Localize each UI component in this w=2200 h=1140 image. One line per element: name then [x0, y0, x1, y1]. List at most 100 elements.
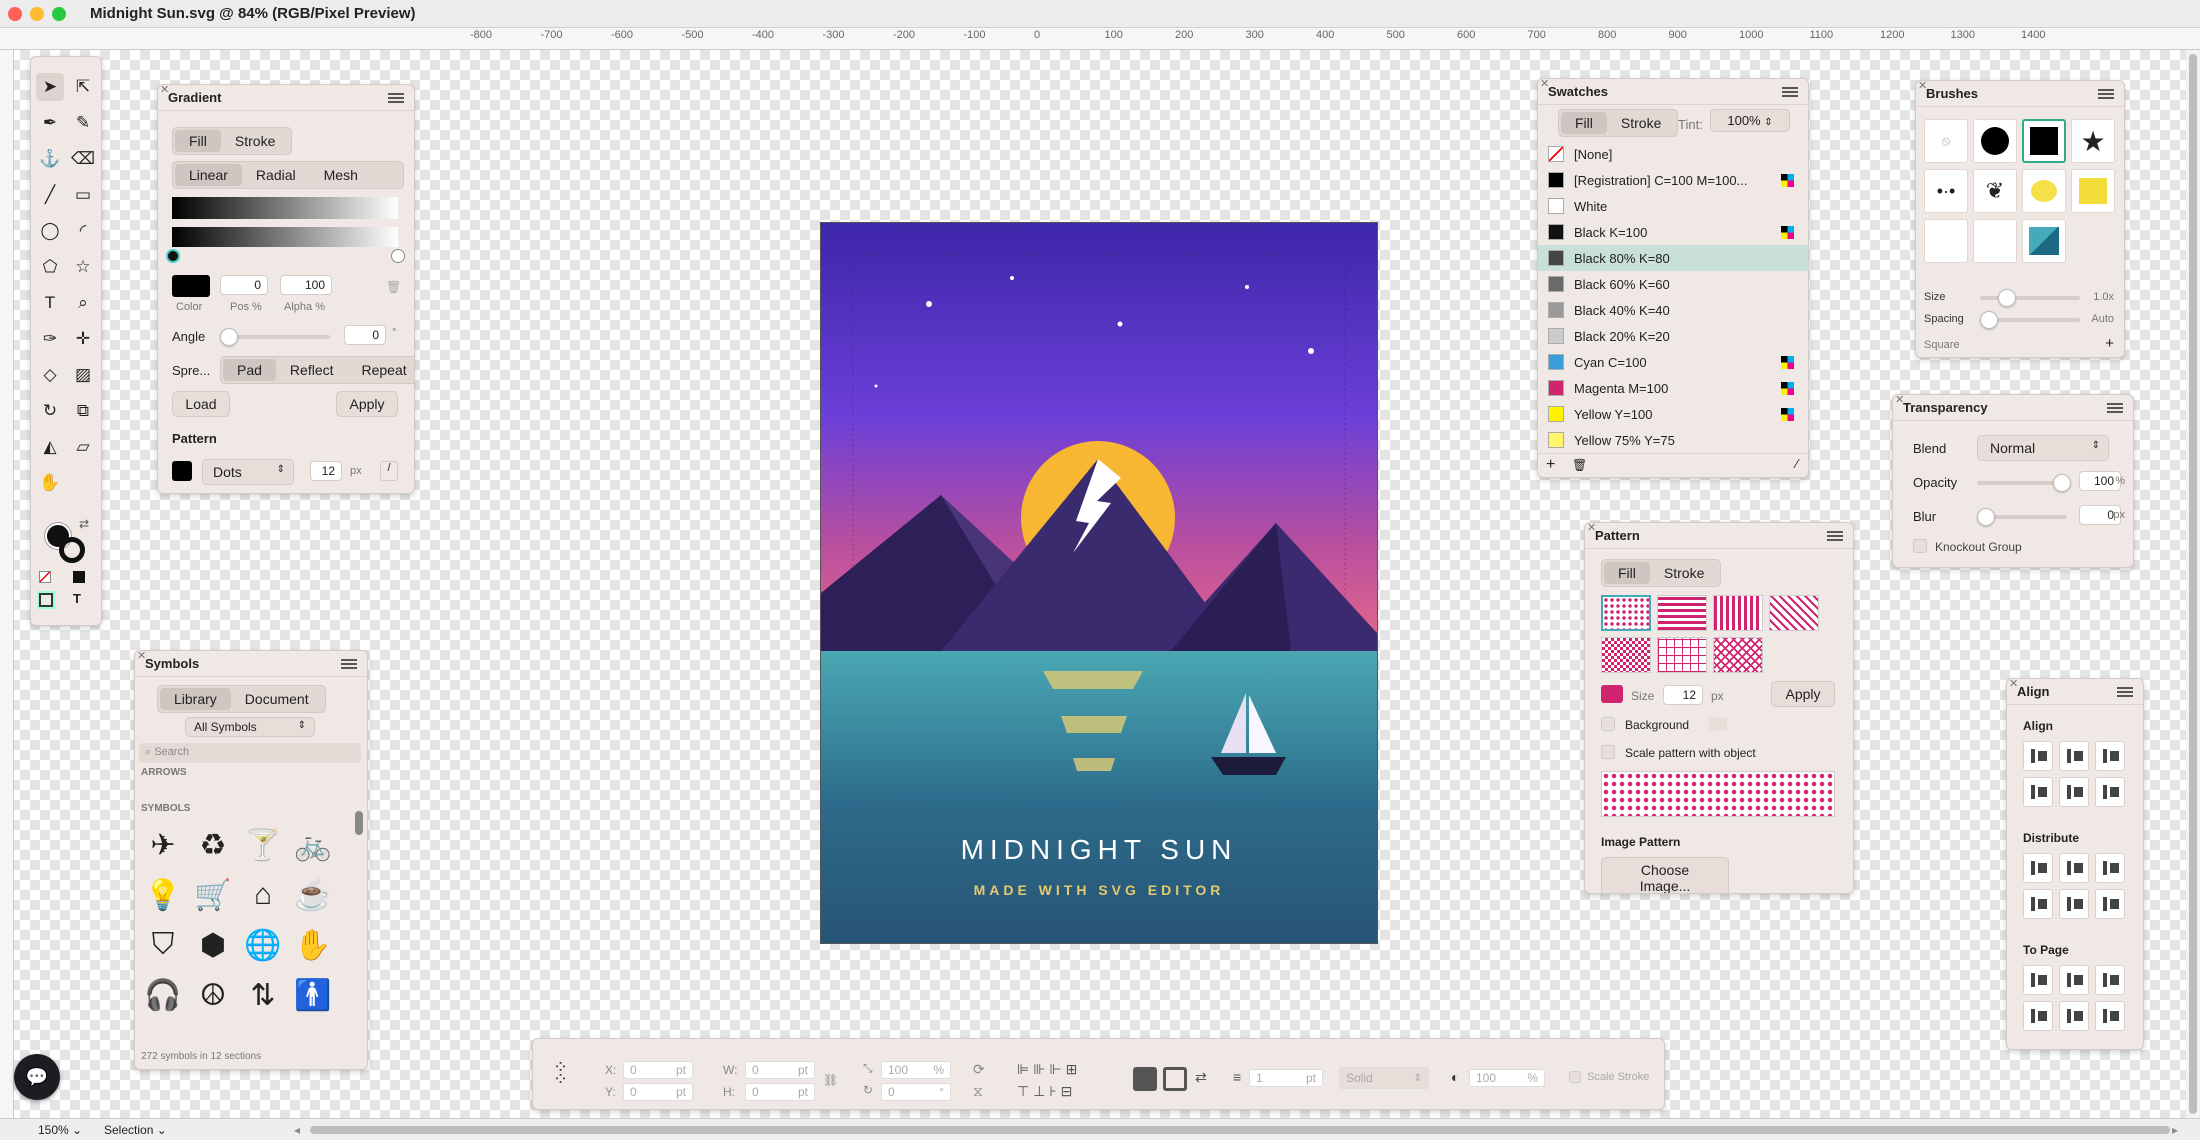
distribute-middle-icon[interactable]: [2059, 889, 2089, 919]
no-brush-icon[interactable]: ⦸: [1924, 119, 1968, 163]
pad-option[interactable]: Pad: [223, 359, 276, 381]
angle-slider[interactable]: [220, 328, 330, 346]
pattern-edit-icon[interactable]: /: [380, 461, 398, 481]
reflect-option[interactable]: Reflect: [276, 359, 348, 381]
search-field[interactable]: ⌕ Search: [139, 743, 361, 763]
distribute-quick-icons[interactable]: ⊤⊥⊦⊟: [1017, 1083, 1076, 1100]
fill-tab[interactable]: Fill: [175, 130, 221, 152]
angle-field[interactable]: 0: [344, 325, 386, 345]
swatch-row[interactable]: [None]: [1538, 141, 1808, 167]
pattern-grid[interactable]: [1657, 637, 1707, 673]
symbol-set-dropdown[interactable]: All Symbols ⇕: [185, 717, 315, 737]
page-align-bottom-icon[interactable]: [2095, 1001, 2125, 1031]
stroke-swatch[interactable]: [1163, 1067, 1187, 1091]
height-field[interactable]: 0 pt: [745, 1083, 815, 1101]
swatch-row[interactable]: Yellow 75% Y=75: [1538, 427, 1808, 453]
edit-swatch-icon[interactable]: ⁄: [1796, 456, 1798, 471]
flip-icon[interactable]: ⧖: [973, 1083, 983, 1100]
symbol-cell[interactable]: ⇅: [241, 973, 285, 1017]
pattern-horizontal-lines[interactable]: [1657, 595, 1707, 631]
none-color-icon[interactable]: [39, 571, 51, 583]
align-middle-icon[interactable]: [2059, 777, 2089, 807]
blob-brush-icon[interactable]: [2022, 169, 2066, 213]
y-field[interactable]: 0 pt: [623, 1083, 693, 1101]
pattern-checker[interactable]: [1601, 637, 1651, 673]
size-slider[interactable]: [1980, 289, 2080, 307]
symbols-scrollbar[interactable]: [355, 811, 363, 835]
align-left-icon[interactable]: [2023, 741, 2053, 771]
symbol-cell[interactable]: ♻: [191, 823, 235, 867]
symbol-cell[interactable]: ⛉: [141, 923, 185, 967]
align-right-icon[interactable]: [2095, 741, 2125, 771]
symbol-cell[interactable]: ✈: [141, 823, 185, 867]
panel-menu-icon[interactable]: [1782, 86, 1798, 97]
swatch-row[interactable]: Magenta M=100: [1538, 375, 1808, 401]
default-colors-icon[interactable]: [73, 571, 85, 583]
horizontal-ruler[interactable]: -800 -700 -600 -500 -400 -300 -200 -100 0 100 200 3…: [0, 28, 2200, 50]
stroke-weight-field[interactable]: 1 pt: [1249, 1069, 1323, 1087]
pencil-tool-icon[interactable]: ✎: [69, 109, 97, 137]
distribute-bottom-icon[interactable]: [2095, 889, 2125, 919]
star-tool-icon[interactable]: ☆: [69, 253, 97, 281]
opacity-field[interactable]: 100%: [1469, 1069, 1545, 1087]
linear-tab[interactable]: Linear: [175, 164, 242, 186]
swatch-row[interactable]: Black 80% K=80: [1538, 245, 1808, 271]
anchor-tool-icon[interactable]: ⚓: [36, 145, 64, 173]
vertical-ruler[interactable]: [0, 50, 14, 1122]
angle-slider-knob[interactable]: [220, 328, 238, 346]
panel-menu-icon[interactable]: [388, 92, 404, 103]
page-align-left-icon[interactable]: [2023, 965, 2053, 995]
page-align-center-icon[interactable]: [2059, 965, 2089, 995]
symbol-cell[interactable]: 🚲: [291, 823, 335, 867]
fill-tab[interactable]: Fill: [1561, 112, 1607, 134]
symbol-cell[interactable]: 🛒: [191, 873, 235, 917]
symbol-cell[interactable]: 💡: [141, 873, 185, 917]
close-panel-icon[interactable]: ✕: [1540, 79, 1549, 90]
panel-menu-icon[interactable]: [2117, 686, 2133, 697]
delete-stop-icon[interactable]: 🗑: [386, 280, 401, 294]
swatch-row[interactable]: White: [1538, 193, 1808, 219]
page-align-middle-icon[interactable]: [2059, 1001, 2089, 1031]
link-dimensions-icon[interactable]: ⛓: [823, 1073, 838, 1087]
swatch-row[interactable]: Black K=100: [1538, 219, 1808, 245]
pattern-color-well[interactable]: [1601, 685, 1623, 703]
scale-pattern-checkbox[interactable]: [1601, 745, 1615, 759]
close-panel-icon[interactable]: ✕: [1918, 81, 1927, 92]
library-tab[interactable]: Library: [160, 688, 231, 710]
minimize-window-icon[interactable]: [30, 6, 44, 21]
calligraphic-brush-icon[interactable]: ❦: [1973, 169, 2017, 213]
close-panel-icon[interactable]: ✕: [1895, 395, 1904, 406]
zoom-window-icon[interactable]: [52, 6, 66, 21]
text-mode-icon[interactable]: T: [73, 591, 81, 606]
scale-stroke-checkbox[interactable]: [1569, 1071, 1581, 1083]
stroke-color-well[interactable]: [59, 537, 85, 563]
symbol-cell[interactable]: 🍸: [241, 823, 285, 867]
empty-brush-slot-1[interactable]: [1924, 219, 1968, 263]
artboard[interactable]: MIDNIGHT SUN MADE WITH SVG EDITOR: [821, 223, 1377, 943]
pen-tool-icon[interactable]: ✒: [36, 109, 64, 137]
mesh-tab[interactable]: Mesh: [310, 164, 372, 186]
add-brush-icon[interactable]: +: [2105, 335, 2114, 352]
close-panel-icon[interactable]: ✕: [137, 651, 146, 662]
scatter-brush-icon[interactable]: •·•: [1924, 169, 1968, 213]
close-panel-icon[interactable]: ✕: [1587, 523, 1596, 534]
stroke-tab[interactable]: Stroke: [221, 130, 289, 152]
symbol-cell[interactable]: ✋: [291, 923, 335, 967]
symbol-cell[interactable]: ☕: [291, 873, 335, 917]
symbol-cell[interactable]: 🚹: [291, 973, 335, 1017]
radial-tab[interactable]: Radial: [242, 164, 310, 186]
zoom-dropdown[interactable]: 150% ⌄: [38, 1123, 82, 1137]
stroke-style-dropdown[interactable]: Solid ⇕: [1339, 1067, 1429, 1089]
shear-tool-icon[interactable]: ▱: [69, 433, 97, 461]
swatch-row[interactable]: Black 40% K=40: [1538, 297, 1808, 323]
blur-slider-knob[interactable]: [1977, 508, 1995, 526]
apply-button[interactable]: Apply: [1771, 681, 1835, 707]
horizontal-scrollbar-thumb[interactable]: [310, 1126, 2170, 1134]
x-field[interactable]: 0 pt: [623, 1061, 693, 1079]
node-tool-icon[interactable]: ✛: [69, 325, 97, 353]
swatch-row[interactable]: Yellow Y=100: [1538, 401, 1808, 427]
close-panel-icon[interactable]: ✕: [2009, 679, 2018, 690]
gradient-stop-start[interactable]: [166, 249, 180, 263]
align-top-icon[interactable]: [2023, 777, 2053, 807]
load-button[interactable]: Load: [172, 391, 230, 417]
